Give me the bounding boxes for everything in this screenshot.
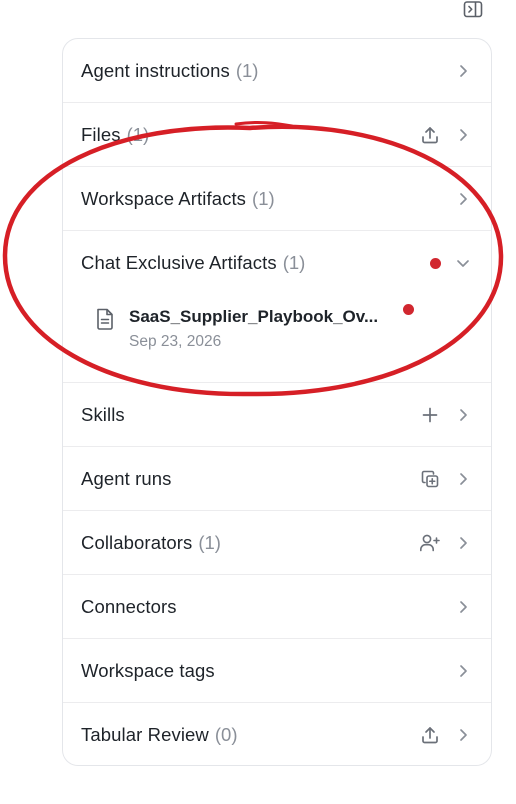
chat-exclusive-artifacts-label: Chat Exclusive Artifacts (81, 252, 277, 273)
chevron-right-icon (456, 600, 470, 614)
tabular-review-label: Tabular Review (81, 724, 209, 745)
files-upload-button[interactable] (418, 123, 442, 147)
add-skill-button[interactable] (418, 403, 442, 427)
chat-exclusive-artifacts-count: (1) (282, 252, 306, 273)
notification-dot (430, 258, 441, 269)
files-label: Files (81, 123, 121, 145)
chevron-right-icon (456, 128, 470, 142)
chevron-down-icon (456, 256, 470, 270)
add-collaborator-button[interactable] (418, 531, 442, 555)
collapse-sidebar-button[interactable] (461, 0, 485, 18)
chevron-right-icon (456, 664, 470, 678)
agent-instructions-count: (1) (235, 59, 259, 81)
collaborators-count: (1) (198, 531, 221, 553)
workspace-tags-row[interactable]: Workspace tags (63, 639, 491, 703)
notification-dot (403, 304, 414, 315)
connectors-row[interactable]: Connectors (63, 575, 491, 639)
copy-plus-icon (421, 470, 439, 487)
chevron-right-icon (456, 472, 470, 486)
agent-runs-label: Agent runs (81, 467, 172, 489)
agent-runs-row[interactable]: Agent runs (63, 447, 491, 511)
document-icon (97, 308, 113, 330)
tabular-review-upload-button[interactable] (418, 723, 442, 747)
plus-icon (422, 407, 438, 422)
upload-icon (422, 126, 438, 143)
artifact-name: SaaS_Supplier_Playbook_Ov... (129, 307, 379, 326)
files-row[interactable]: Files (1) (63, 103, 491, 167)
user-plus-icon (420, 534, 440, 551)
chevron-right-icon (456, 728, 470, 742)
upload-icon (422, 727, 438, 744)
chevron-right-icon (456, 64, 470, 78)
chat-exclusive-artifacts-row[interactable]: Chat Exclusive Artifacts (1) (63, 231, 491, 295)
connectors-label: Connectors (81, 595, 177, 617)
new-agent-run-button[interactable] (418, 467, 442, 491)
agent-instructions-label: Agent instructions (81, 59, 230, 81)
tabular-review-row[interactable]: Tabular Review (0) (63, 703, 491, 765)
chevron-right-icon (456, 408, 470, 422)
panel-collapse-icon (463, 0, 483, 17)
files-count: (1) (126, 123, 150, 145)
collaborators-label: Collaborators (81, 531, 193, 553)
artifact-date: Sep 23, 2026 (129, 333, 222, 350)
workspace-artifacts-row[interactable]: Workspace Artifacts (1) (63, 167, 491, 231)
tabular-review-count: (0) (214, 724, 238, 745)
chevron-right-icon (456, 192, 470, 206)
skills-row[interactable]: Skills (63, 383, 491, 447)
workspace-artifacts-count: (1) (252, 187, 275, 209)
workspace-panel: Agent instructions (1) Files (1) Workspa… (62, 38, 492, 766)
collaborators-row[interactable]: Collaborators (1) (63, 511, 491, 575)
artifact-item[interactable]: SaaS_Supplier_Playbook_Ov... Sep 23, 202… (63, 295, 491, 383)
chevron-right-icon (456, 536, 470, 550)
agent-instructions-row[interactable]: Agent instructions (1) (63, 39, 491, 103)
workspace-tags-label: Workspace tags (81, 659, 215, 681)
workspace-artifacts-label: Workspace Artifacts (81, 187, 247, 209)
skills-label: Skills (81, 403, 125, 425)
